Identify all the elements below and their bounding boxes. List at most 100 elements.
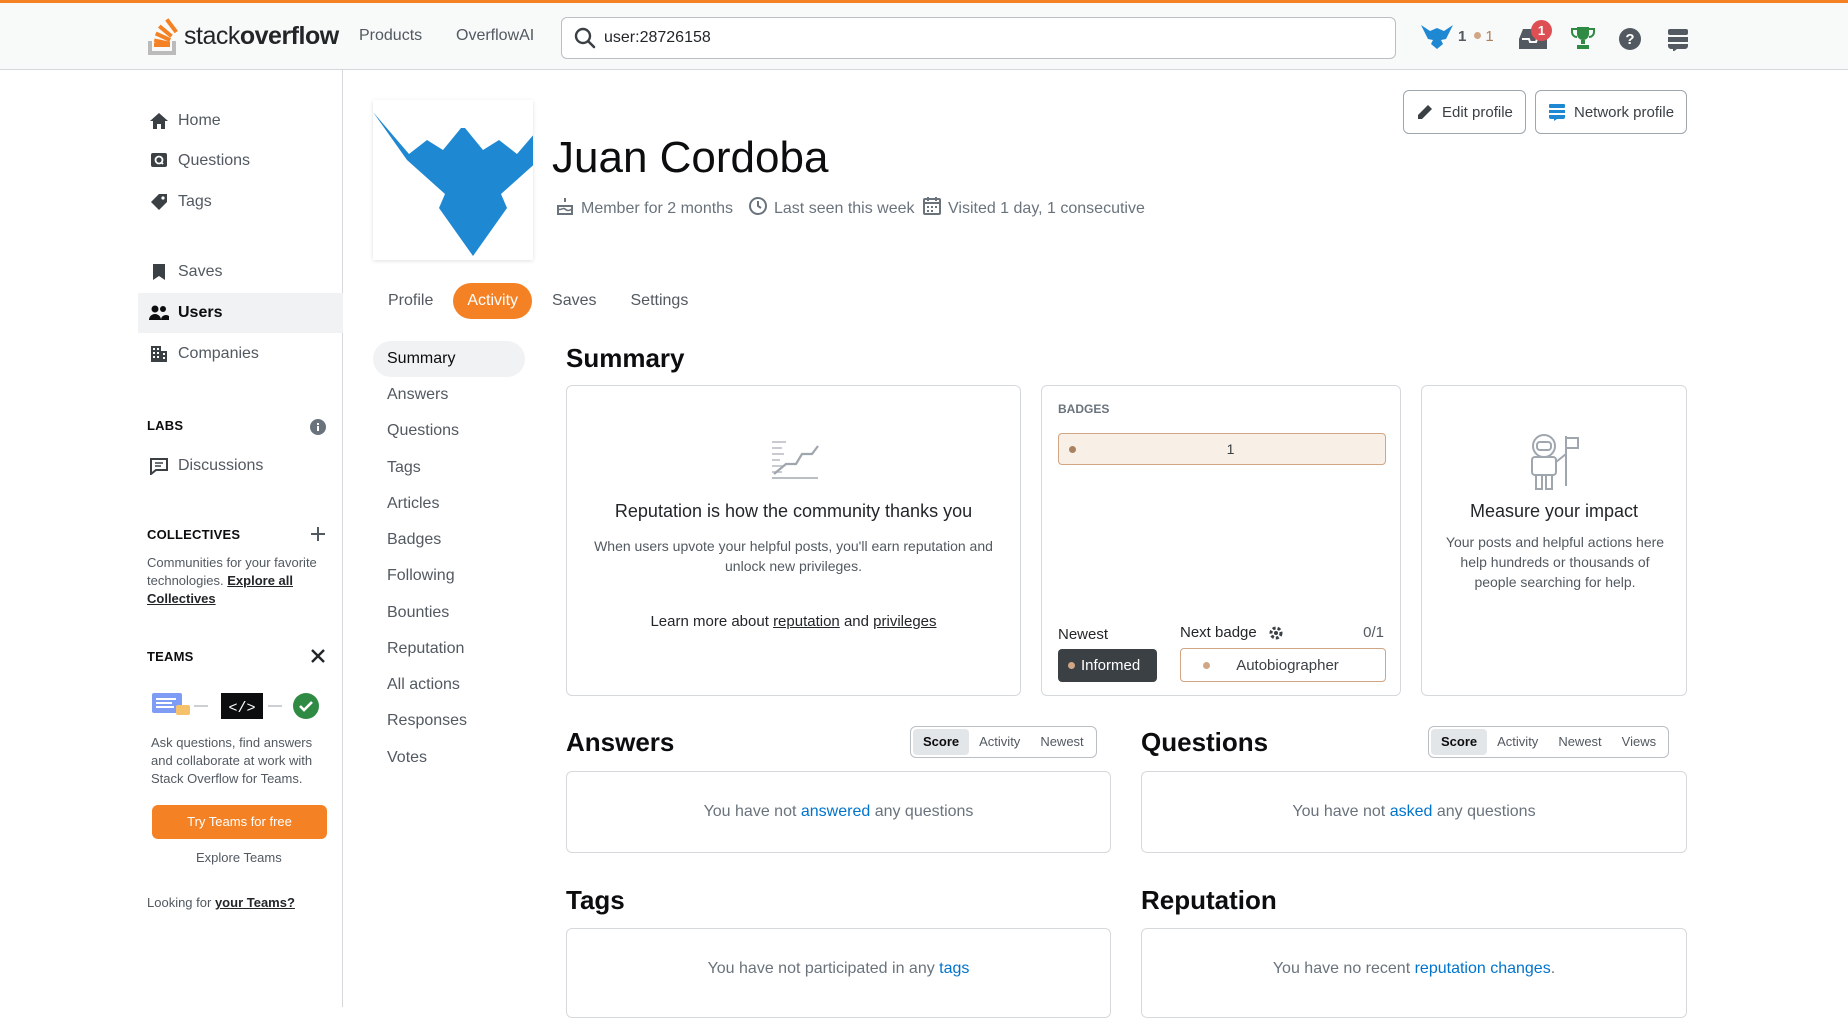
sidebar-item-label: Tags	[178, 193, 212, 210]
badges-card: BADGES 1 Newest Informed Next badge 0/1 …	[1041, 385, 1401, 696]
reputation-link[interactable]: reputation	[773, 613, 840, 630]
bronze-badge-icon	[1069, 445, 1076, 453]
svg-text:</>: </>	[228, 700, 255, 717]
overflowai-link[interactable]: OverflowAI	[456, 27, 534, 45]
sidebar-item-tags[interactable]: Tags	[138, 182, 343, 222]
tab-saves[interactable]: Saves	[538, 283, 610, 319]
inbox-count-badge: 1	[1531, 20, 1552, 41]
answers-card: You have not answered any questions	[566, 771, 1111, 853]
bronze-badge-icon	[1203, 661, 1210, 669]
collectives-title: COLLECTIVES	[147, 527, 241, 542]
reputation-title: Reputation	[1141, 885, 1277, 915]
bronze-badges-bar[interactable]: 1	[1058, 433, 1386, 465]
reputation-heading: Reputation is how the community thanks y…	[614, 501, 973, 521]
bronze-badge-count: 1	[1226, 441, 1235, 457]
tab-settings[interactable]: Settings	[617, 283, 703, 319]
subnav-summary[interactable]: Summary	[373, 341, 525, 377]
search-box[interactable]	[561, 17, 1396, 59]
svg-text:?: ?	[1625, 31, 1634, 48]
user-rep-link[interactable]: 1 1	[1420, 23, 1494, 49]
reputation-changes-link[interactable]: reputation changes	[1415, 960, 1551, 977]
answers-title: Answers	[566, 727, 675, 757]
add-collective-icon[interactable]	[310, 526, 326, 547]
subnav-all-actions[interactable]: All actions	[373, 667, 525, 703]
subnav-questions[interactable]: Questions	[373, 413, 525, 449]
sidebar-item-discussions[interactable]: Discussions	[138, 446, 343, 486]
close-icon[interactable]	[311, 649, 325, 668]
sidebar-item-home[interactable]: Home	[138, 101, 343, 141]
reputation-count: 1	[1458, 27, 1467, 45]
reputation-chart-icon	[770, 438, 820, 485]
reputation-text: When users upvote your helpful posts, yo…	[594, 538, 993, 574]
subnav-badges[interactable]: Badges	[373, 522, 525, 558]
newest-badge[interactable]: Informed	[1058, 649, 1157, 682]
sort-score[interactable]: Score	[1431, 729, 1488, 755]
bronze-badge-icon	[1474, 32, 1482, 39]
network-profile-button[interactable]: Network profile	[1535, 90, 1688, 134]
visited-days: Visited 1 day, 1 consecutive	[922, 196, 1145, 221]
sort-newest[interactable]: Newest	[1548, 729, 1611, 755]
privileges-link[interactable]: privileges	[873, 613, 936, 630]
subnav-articles[interactable]: Articles	[373, 486, 525, 522]
gear-icon[interactable]	[1268, 625, 1284, 641]
teams-illustration: </>	[150, 690, 325, 722]
sort-score[interactable]: Score	[913, 729, 970, 755]
cake-icon	[555, 196, 575, 221]
next-badge-label: Next badge	[1180, 624, 1284, 641]
impact-heading: Measure your impact	[1469, 501, 1639, 521]
next-badge[interactable]: Autobiographer	[1180, 648, 1386, 682]
bronze-badge-icon	[1068, 662, 1075, 669]
top-bar: stackoverflow Products OverflowAI 1 1 1	[0, 0, 1848, 70]
stack-exchange-icon	[1548, 103, 1566, 121]
tags-empty-text: You have not participated in any tags	[707, 960, 970, 977]
products-link[interactable]: Products	[359, 27, 422, 45]
avatar-eagle-icon	[373, 112, 553, 256]
badges-title: BADGES	[1058, 402, 1110, 416]
sidebar-item-users[interactable]: Users	[138, 293, 343, 333]
sidebar-item-questions[interactable]: Questions	[138, 141, 343, 181]
try-teams-button[interactable]: Try Teams for free	[152, 805, 327, 839]
subnav-bounties[interactable]: Bounties	[373, 595, 525, 631]
discussions-icon	[148, 455, 170, 477]
last-seen: Last seen this week	[748, 196, 915, 221]
answered-link[interactable]: answered	[801, 803, 870, 820]
sidebar-item-label: Users	[178, 304, 223, 321]
reputation-section-card: You have no recent reputation changes.	[1141, 928, 1687, 1018]
trophy-icon	[1571, 27, 1595, 49]
reputation-empty-text: You have no recent reputation changes.	[1272, 960, 1556, 977]
info-icon[interactable]	[310, 419, 326, 440]
sidebar-item-label: Discussions	[178, 457, 264, 474]
tags-card: You have not participated in any tags	[566, 928, 1111, 1018]
subnav-answers[interactable]: Answers	[373, 377, 525, 413]
asked-link[interactable]: asked	[1390, 803, 1433, 820]
stackoverflow-logo[interactable]: stackoverflow	[146, 17, 339, 55]
sort-activity[interactable]: Activity	[969, 729, 1030, 755]
sort-newest[interactable]: Newest	[1030, 729, 1093, 755]
site-switcher-button[interactable]	[1666, 27, 1690, 56]
tab-profile[interactable]: Profile	[374, 283, 447, 319]
teams-description: Ask questions, find answers and collabor…	[151, 735, 313, 786]
sidebar-item-companies[interactable]: Companies	[138, 334, 343, 374]
search-icon	[574, 27, 596, 49]
tab-activity[interactable]: Activity	[453, 283, 533, 319]
tags-link[interactable]: tags	[939, 960, 969, 977]
edit-profile-button[interactable]: Edit profile	[1403, 90, 1526, 134]
subnav-votes[interactable]: Votes	[373, 740, 525, 776]
help-button[interactable]: ?	[1618, 27, 1642, 56]
profile-avatar[interactable]	[373, 100, 553, 260]
calendar-icon	[922, 196, 942, 221]
subnav-responses[interactable]: Responses	[373, 703, 525, 739]
questions-empty-text: You have not asked any questions	[1292, 803, 1536, 820]
subnav-following[interactable]: Following	[373, 558, 525, 594]
achievements-button[interactable]	[1570, 25, 1596, 56]
explore-teams-link[interactable]: Explore Teams	[196, 849, 282, 867]
your-teams-link[interactable]: your Teams?	[215, 895, 295, 910]
search-input[interactable]	[604, 29, 1364, 47]
impact-text: Your posts and helpful actions here help…	[1445, 534, 1665, 590]
subnav-reputation[interactable]: Reputation	[373, 631, 525, 667]
sort-views[interactable]: Views	[1612, 729, 1666, 755]
sidebar-item-saves[interactable]: Saves	[138, 252, 343, 292]
sort-activity[interactable]: Activity	[1487, 729, 1548, 755]
subnav-tags[interactable]: Tags	[373, 450, 525, 486]
summary-title: Summary	[566, 343, 685, 373]
